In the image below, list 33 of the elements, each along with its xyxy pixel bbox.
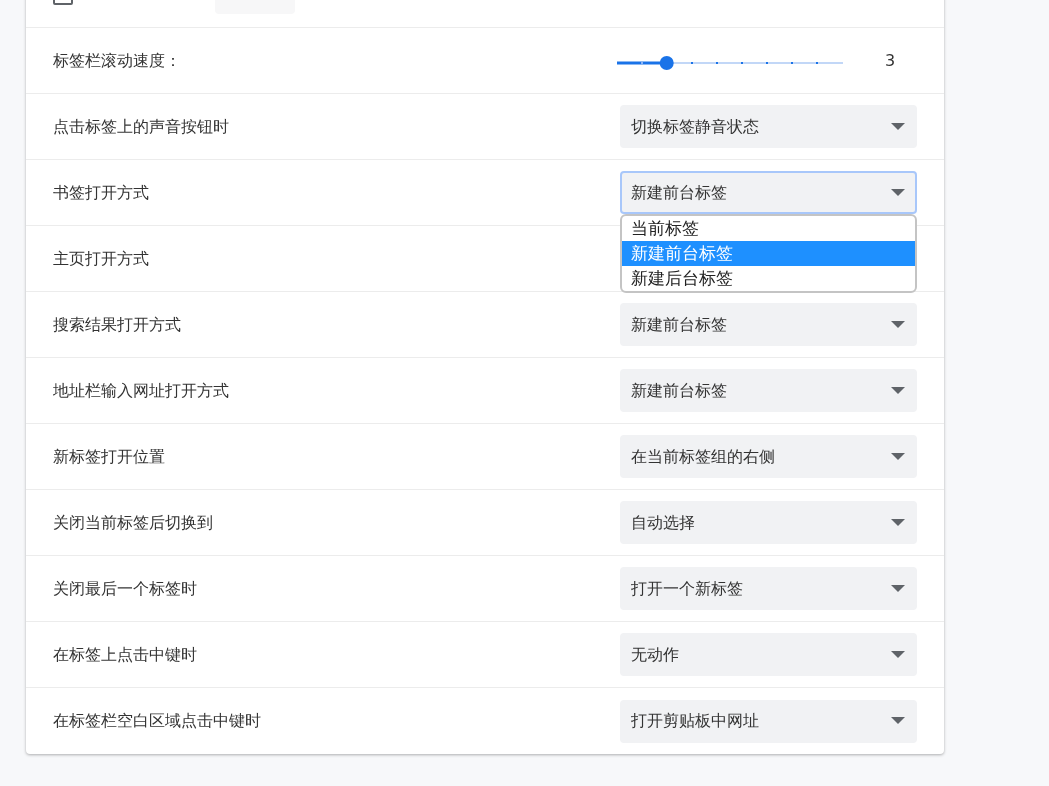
dropdown-option[interactable]: 新建后台标签 <box>622 266 915 291</box>
caret-icon <box>891 452 905 461</box>
setting-label: 点击标签上的声音按钮时 <box>53 115 229 138</box>
dropdown[interactable]: 切换标签静音状态 <box>620 105 917 148</box>
caret-icon <box>891 584 905 593</box>
caret-icon <box>891 386 905 395</box>
setting-label: 新标签打开位置 <box>53 445 165 468</box>
setting-label: 主页打开方式 <box>53 247 149 270</box>
dropdown[interactable]: 新建前台标签 <box>620 171 917 214</box>
dropdown[interactable]: 无动作 <box>620 633 917 676</box>
caret-icon <box>891 122 905 131</box>
caret-icon <box>891 518 905 527</box>
setting-label: 书签打开方式 <box>53 181 149 204</box>
caret-icon <box>891 320 905 329</box>
setting-label: 搜索结果打开方式 <box>53 313 181 336</box>
dropdown[interactable]: 打开剪贴板中网址 <box>620 699 917 743</box>
setting-label: 在标签上点击中键时 <box>53 643 197 666</box>
caret-icon <box>891 650 905 659</box>
caret-icon <box>891 188 905 197</box>
slider-thumb[interactable] <box>659 56 674 70</box>
dropdown[interactable]: 自动选择 <box>620 501 917 544</box>
setting-label: 在标签栏空白区域点击中键时 <box>53 710 261 732</box>
slider-value: 3 <box>885 49 897 72</box>
setting-label: 关闭最后一个标签时 <box>53 577 197 600</box>
setting-label: 标签栏滚动速度： <box>53 49 181 72</box>
setting-label: 地址栏输入网址打开方式 <box>53 379 229 402</box>
setting-label: 关闭当前标签后切换到 <box>53 511 213 534</box>
dropdown[interactable]: 打开一个新标签 <box>620 567 917 610</box>
dropdown-option[interactable]: 当前标签 <box>622 216 915 241</box>
dropdown[interactable]: 新建前台标签 <box>620 303 917 346</box>
dropdown[interactable]: 新建前台标签 <box>620 369 917 412</box>
caret-icon <box>891 717 905 725</box>
dropdown[interactable]: 在当前标签组的右侧 <box>620 435 917 478</box>
